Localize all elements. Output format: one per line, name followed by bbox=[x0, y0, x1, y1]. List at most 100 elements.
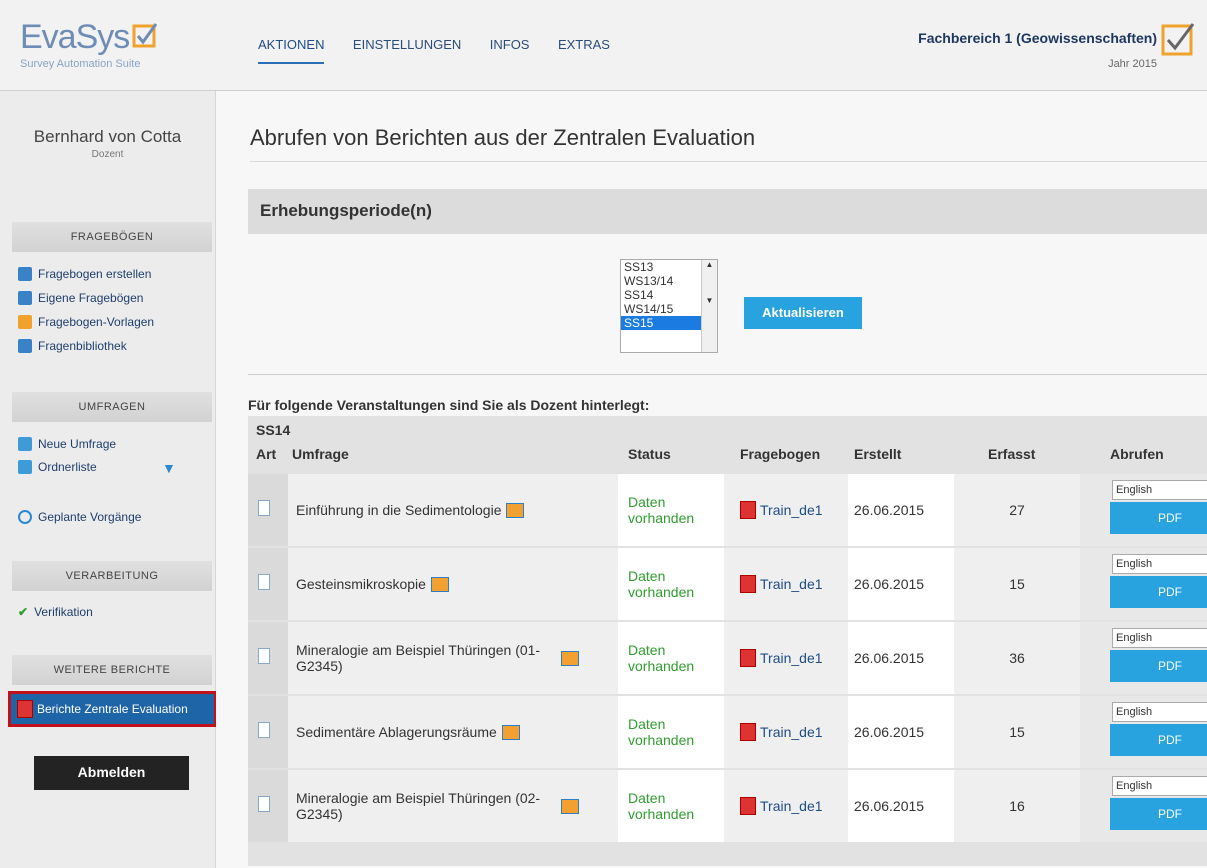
fragebogen-label: Train_de1 bbox=[760, 576, 823, 592]
art-cell bbox=[248, 474, 288, 546]
top-bar: EvaSys Survey Automation Suite AKTIONEN … bbox=[0, 0, 1207, 91]
org-info: Fachbereich 1 (Geowissenschaften) Jahr 2… bbox=[918, 30, 1157, 70]
sidebar-item-label: Geplante Vorgänge bbox=[38, 510, 142, 524]
sidebar-item-verifikation[interactable]: ✔ Verifikation bbox=[18, 605, 93, 619]
table-row: Mineralogie am Beispiel Thüringen (02-G2… bbox=[248, 770, 1207, 844]
period-listbox[interactable]: SS13 WS13/14 SS14 WS14/15 SS15 ▲ ▼ bbox=[620, 259, 718, 353]
pdf-button[interactable]: PDF bbox=[1110, 650, 1207, 682]
fragebogen-label: Train_de1 bbox=[760, 502, 823, 518]
sidebar-item-fragebogen-erstellen[interactable]: Fragebogen erstellen bbox=[18, 267, 151, 281]
umfrage-cell: Gesteinsmikroskopie bbox=[288, 548, 618, 620]
checkmark-icon: ✔ bbox=[18, 605, 29, 619]
status-text: Daten vorhanden bbox=[618, 474, 724, 546]
intro-text: Für folgende Veranstaltungen sind Sie al… bbox=[248, 397, 650, 413]
document-icon bbox=[258, 500, 270, 516]
sidebar-item-label: Eigene Fragebögen bbox=[38, 291, 144, 305]
col-fragebogen: Fragebogen bbox=[740, 446, 821, 462]
umfrage-name: Gesteinsmikroskopie bbox=[296, 576, 426, 592]
sidebar-item-neue-umfrage[interactable]: Neue Umfrage bbox=[18, 437, 116, 451]
art-cell bbox=[248, 770, 288, 842]
sidebar-item-label: Verifikation bbox=[34, 605, 93, 619]
refresh-button[interactable]: Aktualisieren bbox=[744, 297, 862, 329]
org-title: Fachbereich 1 (Geowissenschaften) bbox=[918, 30, 1157, 46]
document-icon bbox=[258, 796, 270, 812]
table-row: Sedimentäre Ablagerungsräume Daten vorha… bbox=[248, 696, 1207, 770]
edit-icon[interactable] bbox=[561, 798, 579, 814]
umfrage-name: Einführung in die Sedimentologie bbox=[296, 502, 502, 518]
erstellt-cell: 26.06.2015 bbox=[848, 696, 954, 768]
fragebogen-link[interactable]: Train_de1 bbox=[724, 622, 848, 694]
semester-label: SS14 bbox=[256, 422, 291, 438]
section-umfragen: UMFRAGEN bbox=[12, 392, 212, 422]
period-label: Erhebungsperiode(n) bbox=[260, 201, 432, 220]
clock-icon bbox=[18, 510, 32, 524]
language-select[interactable]: English ▼ bbox=[1112, 776, 1207, 796]
pdf-icon bbox=[740, 575, 756, 593]
edit-icon[interactable] bbox=[506, 502, 525, 518]
language-select[interactable]: English ▼ bbox=[1112, 628, 1207, 648]
sidebar-item-label: Fragenbibliothek bbox=[38, 339, 127, 353]
sidebar-item-ordnerliste[interactable]: Ordnerliste bbox=[18, 460, 97, 474]
chevron-down-icon[interactable]: ▼ bbox=[162, 460, 176, 476]
language-select[interactable]: English ▼ bbox=[1112, 554, 1207, 574]
sidebar-item-geplante-vorgaenge[interactable]: Geplante Vorgänge bbox=[18, 510, 141, 524]
sidebar-item-fragebogen-vorlagen[interactable]: Fragebogen-Vorlagen bbox=[18, 315, 154, 329]
sidebar-item-eigene-fragebogen[interactable]: Eigene Fragebögen bbox=[18, 291, 143, 305]
sidebar-item-label: Berichte Zentrale Evaluation bbox=[37, 702, 188, 716]
pdf-button[interactable]: PDF bbox=[1110, 724, 1207, 756]
table-row: Einführung in die Sedimentologie Daten v… bbox=[248, 474, 1207, 548]
main-content: Abrufen von Berichten aus der Zentralen … bbox=[216, 91, 1207, 868]
edit-icon[interactable] bbox=[561, 650, 579, 666]
sidebar-item-berichte-zentrale-evaluation[interactable]: Berichte Zentrale Evaluation bbox=[8, 691, 217, 727]
art-cell bbox=[248, 622, 288, 694]
umfrage-cell: Sedimentäre Ablagerungsräume bbox=[288, 696, 618, 768]
language-value: English bbox=[1116, 632, 1153, 644]
erstellt-cell: 26.06.2015 bbox=[848, 622, 954, 694]
document-icon bbox=[258, 574, 270, 590]
logout-button[interactable]: Abmelden bbox=[34, 756, 189, 790]
nav-aktionen[interactable]: AKTIONEN bbox=[258, 37, 325, 64]
fragebogen-link[interactable]: Train_de1 bbox=[724, 696, 848, 768]
col-abrufen: Abrufen bbox=[1110, 446, 1164, 462]
logo-check-icon bbox=[132, 23, 158, 48]
period-header: Erhebungsperiode(n) bbox=[248, 189, 1207, 234]
fragebogen-link[interactable]: Train_de1 bbox=[724, 770, 848, 842]
divider bbox=[250, 161, 1207, 162]
erfasst-cell: 27 bbox=[954, 474, 1080, 546]
pdf-button[interactable]: PDF bbox=[1110, 576, 1207, 608]
erfasst-cell: 15 bbox=[954, 548, 1080, 620]
main-nav: AKTIONEN EINSTELLUNGEN INFOS EXTRAS bbox=[250, 36, 626, 64]
edit-icon[interactable] bbox=[501, 724, 520, 740]
erfasst-cell: 16 bbox=[954, 770, 1080, 842]
pdf-button[interactable]: PDF bbox=[1110, 798, 1207, 830]
umfrage-name: Mineralogie am Beispiel Thüringen (02-G2… bbox=[296, 790, 541, 822]
document-icon bbox=[258, 722, 270, 738]
language-value: English bbox=[1116, 706, 1153, 718]
language-select[interactable]: English ▼ bbox=[1112, 702, 1207, 722]
nav-extras[interactable]: EXTRAS bbox=[558, 37, 610, 62]
fragebogen-link[interactable]: Train_de1 bbox=[724, 474, 848, 546]
listbox-scrollbar[interactable]: ▲ ▼ bbox=[701, 260, 717, 352]
umfrage-name: Mineralogie am Beispiel Thüringen (01-G2… bbox=[296, 642, 541, 674]
pdf-icon bbox=[740, 797, 756, 815]
col-umfrage: Umfrage bbox=[292, 446, 349, 462]
divider bbox=[248, 374, 1207, 375]
logo-name: EvaSys bbox=[20, 18, 130, 56]
sidebar-item-label: Fragebogen-Vorlagen bbox=[38, 315, 155, 329]
sidebar-item-label: Fragebogen erstellen bbox=[38, 267, 152, 281]
sidebar-item-fragenbibliothek[interactable]: Fragenbibliothek bbox=[18, 339, 127, 353]
nav-einstellungen[interactable]: EINSTELLUNGEN bbox=[353, 37, 461, 62]
umfrage-cell: Mineralogie am Beispiel Thüringen (02-G2… bbox=[288, 770, 618, 842]
fragebogen-link[interactable]: Train_de1 bbox=[724, 548, 848, 620]
pdf-button[interactable]: PDF bbox=[1110, 502, 1207, 534]
edit-icon[interactable] bbox=[430, 576, 449, 592]
col-status: Status bbox=[628, 446, 671, 462]
abrufen-cell: English ▼ PDF bbox=[1080, 474, 1207, 546]
logo-subtitle: Survey Automation Suite bbox=[20, 58, 141, 70]
language-select[interactable]: English ▼ bbox=[1112, 480, 1207, 500]
evasys-logo: EvaSys Survey Automation Suite bbox=[14, 16, 204, 76]
nav-infos[interactable]: INFOS bbox=[490, 37, 530, 62]
user-role: Dozent bbox=[91, 149, 124, 160]
umfrage-cell: Mineralogie am Beispiel Thüringen (01-G2… bbox=[288, 622, 618, 694]
page-title: Abrufen von Berichten aus der Zentralen … bbox=[250, 125, 756, 150]
